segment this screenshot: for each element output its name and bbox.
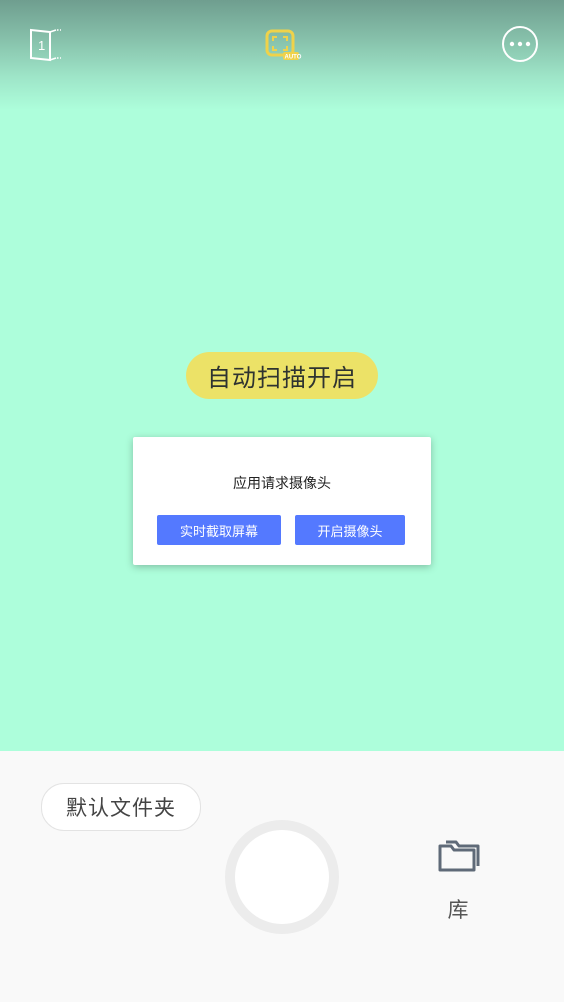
folder-selector-button[interactable]: 默认文件夹 bbox=[41, 783, 201, 831]
auto-scan-status-text: 自动扫描开启 bbox=[207, 364, 357, 392]
page-count-text: 1 bbox=[38, 38, 45, 53]
camera-permission-dialog: 应用请求摄像头 实时截取屏幕 开启摄像头 bbox=[133, 437, 431, 565]
page-count-button[interactable]: 1 bbox=[26, 26, 66, 64]
auto-icon-text: AUTO bbox=[285, 55, 302, 61]
more-options-button[interactable] bbox=[500, 24, 540, 64]
capture-screen-button[interactable]: 实时截取屏幕 bbox=[157, 515, 281, 545]
shutter-button[interactable] bbox=[225, 820, 339, 934]
page-icon: 1 bbox=[30, 28, 61, 62]
dialog-title: 应用请求摄像头 bbox=[233, 476, 331, 492]
shutter-button-inner bbox=[235, 830, 329, 924]
library-label: 库 bbox=[447, 898, 469, 922]
open-camera-button[interactable]: 开启摄像头 bbox=[295, 515, 405, 545]
folder-icon bbox=[438, 840, 480, 872]
folder-selector-label: 默认文件夹 bbox=[66, 796, 176, 820]
auto-scan-icon: AUTO bbox=[265, 29, 302, 61]
library-button[interactable]: 库 bbox=[428, 836, 488, 928]
more-icon bbox=[502, 26, 538, 62]
auto-scan-toggle[interactable]: AUTO bbox=[262, 26, 302, 64]
auto-scan-status-badge: 自动扫描开启 bbox=[186, 352, 378, 399]
